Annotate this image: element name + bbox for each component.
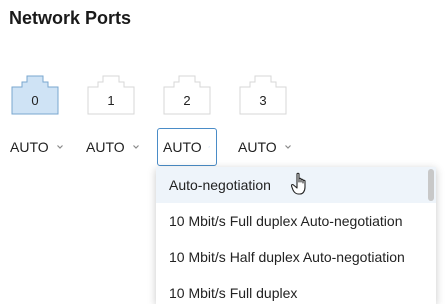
port-number: 3 (259, 93, 267, 108)
port-0-speed-select[interactable]: AUTO (10, 128, 65, 166)
port-number: 1 (107, 93, 115, 108)
chevron-down-icon (132, 145, 139, 149)
port-number: 2 (183, 93, 191, 108)
chevron-down-icon (284, 145, 291, 149)
chevron-up-icon (208, 146, 210, 148)
port-1[interactable]: 1 (87, 75, 135, 115)
port-number: 0 (31, 93, 39, 108)
hand-pointer-icon (291, 172, 306, 195)
port-2-speed-select[interactable]: AUTO (157, 128, 217, 166)
speed-value: AUTO (86, 139, 125, 155)
port-1-speed-select[interactable]: AUTO (86, 128, 141, 166)
speed-value: AUTO (10, 139, 49, 155)
port-3[interactable]: 3 (239, 75, 287, 115)
port-0[interactable]: 0 (11, 75, 59, 115)
speed-value: AUTO (238, 139, 277, 155)
dropdown-scrollbar[interactable] (428, 169, 434, 201)
dropdown-option[interactable]: 10 Mbit/s Full duplex Auto-negotiation (156, 203, 436, 239)
dropdown-option[interactable]: 10 Mbit/s Full duplex (156, 275, 436, 304)
dropdown-option[interactable]: 10 Mbit/s Half duplex Auto-negotiation (156, 239, 436, 275)
port-2[interactable]: 2 (163, 75, 211, 115)
page-title: Network Ports (9, 8, 132, 28)
network-ports-panel: Network Ports 0 1 2 3 AUTO AUTO AUTO AUT… (0, 0, 447, 304)
port-3-speed-select[interactable]: AUTO (238, 128, 293, 166)
chevron-down-icon (56, 145, 63, 149)
speed-value: AUTO (163, 139, 202, 155)
